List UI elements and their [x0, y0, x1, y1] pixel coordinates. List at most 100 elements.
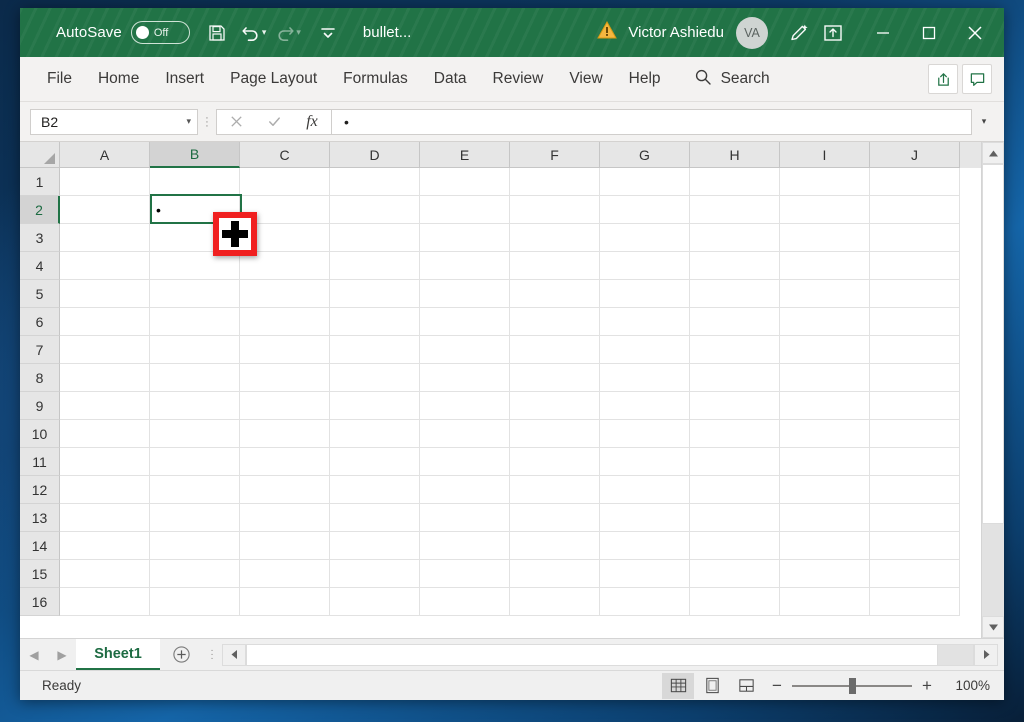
- zoom-out-button[interactable]: −: [764, 676, 790, 696]
- row-header-5[interactable]: 5: [20, 280, 60, 308]
- tab-file[interactable]: File: [34, 57, 85, 102]
- chevron-down-icon[interactable]: ▾: [186, 116, 191, 127]
- cell-f14[interactable]: [510, 532, 600, 560]
- select-all-button[interactable]: [20, 142, 60, 168]
- scroll-up-icon[interactable]: [982, 142, 1004, 164]
- cell-c10[interactable]: [240, 420, 330, 448]
- cell-a1[interactable]: [60, 168, 150, 196]
- cell-a3[interactable]: [60, 224, 150, 252]
- cell-e15[interactable]: [420, 560, 510, 588]
- cell-g16[interactable]: [600, 588, 690, 616]
- cell-b9[interactable]: [150, 392, 240, 420]
- cell-b1[interactable]: [150, 168, 240, 196]
- cell-i8[interactable]: [780, 364, 870, 392]
- maximize-button[interactable]: [906, 8, 952, 57]
- cell-i1[interactable]: [780, 168, 870, 196]
- cell-e13[interactable]: [420, 504, 510, 532]
- cell-a14[interactable]: [60, 532, 150, 560]
- cell-e4[interactable]: [420, 252, 510, 280]
- cell-c15[interactable]: [240, 560, 330, 588]
- cell-a16[interactable]: [60, 588, 150, 616]
- cell-d5[interactable]: [330, 280, 420, 308]
- tab-data[interactable]: Data: [421, 57, 480, 102]
- horizontal-scrollbar-track[interactable]: [938, 643, 974, 666]
- column-header-g[interactable]: G: [600, 142, 690, 168]
- cell-f9[interactable]: [510, 392, 600, 420]
- row-header-9[interactable]: 9: [20, 392, 60, 420]
- cell-i10[interactable]: [780, 420, 870, 448]
- cell-g8[interactable]: [600, 364, 690, 392]
- cell-e14[interactable]: [420, 532, 510, 560]
- enter-checkmark-icon[interactable]: [255, 109, 293, 135]
- cell-d14[interactable]: [330, 532, 420, 560]
- cell-f5[interactable]: [510, 280, 600, 308]
- cell-g2[interactable]: [600, 196, 690, 224]
- cell-h10[interactable]: [690, 420, 780, 448]
- cell-d16[interactable]: [330, 588, 420, 616]
- row-header-11[interactable]: 11: [20, 448, 60, 476]
- column-header-c[interactable]: C: [240, 142, 330, 168]
- cell-a13[interactable]: [60, 504, 150, 532]
- cell-g5[interactable]: [600, 280, 690, 308]
- cell-j6[interactable]: [870, 308, 960, 336]
- cell-b12[interactable]: [150, 476, 240, 504]
- cell-d12[interactable]: [330, 476, 420, 504]
- normal-view-icon[interactable]: [662, 672, 694, 699]
- previous-sheet-icon[interactable]: ◀: [20, 639, 48, 670]
- cell-b14[interactable]: [150, 532, 240, 560]
- cell-h2[interactable]: [690, 196, 780, 224]
- cell-d7[interactable]: [330, 336, 420, 364]
- cell-j9[interactable]: [870, 392, 960, 420]
- cell-d3[interactable]: [330, 224, 420, 252]
- cell-d2[interactable]: [330, 196, 420, 224]
- scroll-down-icon[interactable]: [982, 616, 1004, 638]
- cell-d8[interactable]: [330, 364, 420, 392]
- vertical-scrollbar-track[interactable]: [982, 524, 1004, 616]
- cell-h5[interactable]: [690, 280, 780, 308]
- tab-insert[interactable]: Insert: [152, 57, 217, 102]
- row-header-6[interactable]: 6: [20, 308, 60, 336]
- close-button[interactable]: [952, 8, 998, 57]
- save-icon[interactable]: [200, 16, 234, 50]
- cell-b4[interactable]: [150, 252, 240, 280]
- cell-b15[interactable]: [150, 560, 240, 588]
- cell-i6[interactable]: [780, 308, 870, 336]
- cell-i2[interactable]: [780, 196, 870, 224]
- cell-i14[interactable]: [780, 532, 870, 560]
- cell-h7[interactable]: [690, 336, 780, 364]
- cell-g6[interactable]: [600, 308, 690, 336]
- horizontal-scrollbar-thumb[interactable]: [246, 643, 938, 666]
- cell-c12[interactable]: [240, 476, 330, 504]
- cell-d10[interactable]: [330, 420, 420, 448]
- cell-a9[interactable]: [60, 392, 150, 420]
- cell-b6[interactable]: [150, 308, 240, 336]
- cell-i12[interactable]: [780, 476, 870, 504]
- cell-h6[interactable]: [690, 308, 780, 336]
- cell-b10[interactable]: [150, 420, 240, 448]
- column-header-e[interactable]: E: [420, 142, 510, 168]
- cell-a7[interactable]: [60, 336, 150, 364]
- cell-d13[interactable]: [330, 504, 420, 532]
- cell-d1[interactable]: [330, 168, 420, 196]
- cell-j2[interactable]: [870, 196, 960, 224]
- cell-i13[interactable]: [780, 504, 870, 532]
- cell-a11[interactable]: [60, 448, 150, 476]
- undo-chevron-down-icon[interactable]: ▾: [262, 27, 267, 38]
- cell-j12[interactable]: [870, 476, 960, 504]
- cell-g15[interactable]: [600, 560, 690, 588]
- document-title[interactable]: bullet...: [363, 24, 411, 41]
- cell-c8[interactable]: [240, 364, 330, 392]
- cell-h16[interactable]: [690, 588, 780, 616]
- cancel-icon[interactable]: [217, 109, 255, 135]
- cell-e3[interactable]: [420, 224, 510, 252]
- tab-formulas[interactable]: Formulas: [330, 57, 421, 102]
- cell-b5[interactable]: [150, 280, 240, 308]
- cell-j16[interactable]: [870, 588, 960, 616]
- cell-c7[interactable]: [240, 336, 330, 364]
- cell-c4[interactable]: [240, 252, 330, 280]
- column-header-b[interactable]: B: [150, 142, 240, 168]
- formula-input[interactable]: •: [331, 108, 972, 135]
- tab-page-layout[interactable]: Page Layout: [217, 57, 330, 102]
- zoom-in-button[interactable]: +: [914, 676, 940, 696]
- cell-j3[interactable]: [870, 224, 960, 252]
